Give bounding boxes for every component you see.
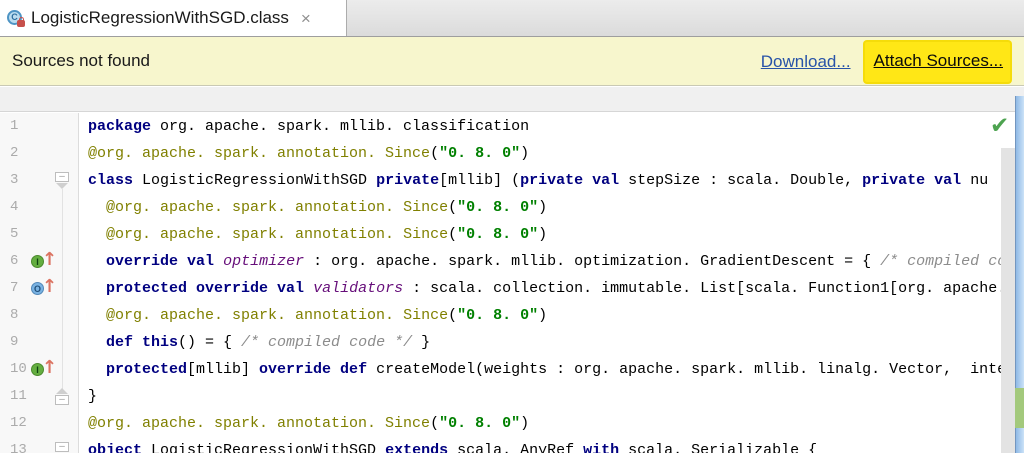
editor-top-gap bbox=[0, 87, 1024, 112]
code-line-2: 2 @org. apache. spark. annotation. Since(… bbox=[0, 140, 1024, 167]
code-text: } bbox=[88, 388, 98, 405]
code-line-10: 10 I ↑ protected[mllib] override def creat… bbox=[0, 356, 1024, 383]
code-text: object LogisticRegressionWithSGD extends… bbox=[88, 442, 818, 453]
line-number: 8 bbox=[10, 307, 19, 323]
lock-badge-icon bbox=[17, 17, 25, 27]
inspection-ok-icon: ✔ bbox=[990, 113, 1010, 139]
line-number: 2 bbox=[10, 145, 19, 161]
code-line-7: 7 O ↑ protected override val validators : … bbox=[0, 275, 1024, 302]
banner-message: Sources not found bbox=[12, 51, 150, 70]
close-tab-icon[interactable]: × bbox=[301, 10, 311, 27]
code-line-6: 6 I ↑ override val optimizer : org. apache… bbox=[0, 248, 1024, 275]
line-number: 10 bbox=[10, 361, 27, 377]
code-editor[interactable]: 1 package org. apache. spark. mllib. clas… bbox=[0, 113, 1024, 453]
code-line-1: 1 package org. apache. spark. mllib. clas… bbox=[0, 113, 1024, 140]
code-text: @org. apache. spark. annotation. Since(″… bbox=[106, 226, 548, 243]
download-sources-link[interactable]: Download... bbox=[761, 52, 851, 72]
code-line-12: 12 @org. apache. spark. annotation. Since… bbox=[0, 410, 1024, 437]
tab-title: LogisticRegressionWithSGD.class bbox=[31, 8, 289, 27]
code-text: @org. apache. spark. annotation. Since(″… bbox=[106, 199, 548, 216]
fold-marker-up[interactable]: – bbox=[55, 388, 70, 406]
code-text: protected override val validators : scal… bbox=[106, 280, 1001, 297]
code-text: class LogisticRegressionWithSGD private[… bbox=[88, 172, 989, 189]
vertical-scrollbar[interactable] bbox=[1001, 148, 1015, 453]
overrides-up-arrow-icon[interactable]: ↑ bbox=[42, 357, 57, 379]
line-number: 7 bbox=[10, 280, 19, 296]
code-text: @org. apache. spark. annotation. Since(″… bbox=[88, 145, 530, 162]
code-line-3: 3 – class LogisticRegressionWithSGD privat… bbox=[0, 167, 1024, 194]
attach-sources-link[interactable]: Attach Sources... bbox=[874, 51, 1003, 70]
code-line-8: 8 @org. apache. spark. annotation. Since… bbox=[0, 302, 1024, 329]
code-text: def this() = { /* compiled code */ } bbox=[106, 334, 431, 351]
editor-tab-bar: C LogisticRegressionWithSGD.class × bbox=[0, 0, 1024, 37]
code-text: override val optimizer : org. apache. sp… bbox=[106, 253, 1001, 270]
fold-minus-icon: – bbox=[55, 172, 69, 182]
overrides-up-arrow-icon[interactable]: ↑ bbox=[42, 249, 57, 271]
code-text: @org. apache. spark. annotation. Since(″… bbox=[106, 307, 548, 324]
attach-sources-highlight: Attach Sources... bbox=[864, 41, 1010, 82]
line-number: 6 bbox=[10, 253, 19, 269]
code-text: package org. apache. spark. mllib. class… bbox=[88, 118, 530, 135]
class-file-icon: C bbox=[7, 9, 25, 27]
fold-marker-down[interactable]: – bbox=[55, 442, 70, 453]
code-line-9: 9 def this() = { /* compiled code */ } bbox=[0, 329, 1024, 356]
line-number: 1 bbox=[10, 118, 19, 134]
line-number: 4 bbox=[10, 199, 19, 215]
banner-links: Download... Attach Sources... bbox=[761, 37, 1010, 86]
overrides-up-arrow-icon[interactable]: ↑ bbox=[42, 276, 57, 298]
fold-minus-icon: – bbox=[55, 442, 69, 452]
line-number: 9 bbox=[10, 334, 19, 350]
code-text: @org. apache. spark. annotation. Since(″… bbox=[88, 415, 530, 432]
line-number: 5 bbox=[10, 226, 19, 242]
line-number: 3 bbox=[10, 172, 19, 188]
code-line-4: 4 @org. apache. spark. annotation. Since… bbox=[0, 194, 1024, 221]
error-stripe-green-marker[interactable] bbox=[1015, 388, 1024, 428]
fold-marker-down[interactable]: – bbox=[55, 172, 70, 190]
sources-notification-banner: Sources not found Download... Attach Sou… bbox=[0, 37, 1024, 86]
ide-window: C LogisticRegressionWithSGD.class × Sour… bbox=[0, 0, 1024, 453]
line-number: 12 bbox=[10, 415, 27, 431]
line-number: 11 bbox=[10, 388, 27, 404]
code-text: protected[mllib] override def createMode… bbox=[106, 361, 1001, 378]
code-line-11: 11 –} bbox=[0, 383, 1024, 410]
line-number: 13 bbox=[10, 442, 27, 453]
code-line-13: 13 – object LogisticRegressionWithSGD exte… bbox=[0, 437, 1024, 453]
tab-logistic-regression-class[interactable]: C LogisticRegressionWithSGD.class × bbox=[0, 0, 347, 36]
code-line-5: 5 @org. apache. spark. annotation. Since… bbox=[0, 221, 1024, 248]
fold-minus-icon: – bbox=[55, 395, 69, 405]
